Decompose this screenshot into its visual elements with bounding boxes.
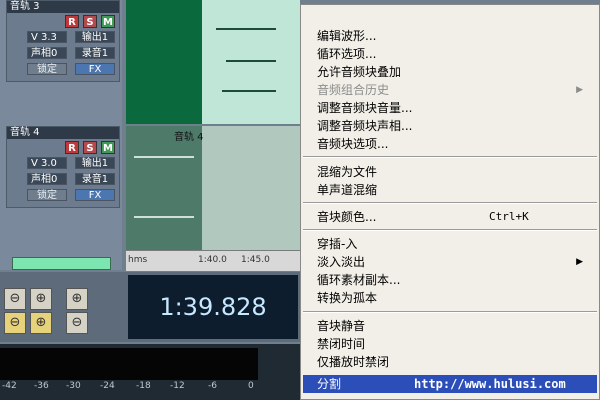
selection-region[interactable]	[202, 0, 300, 124]
zoom-in-vertical-icon[interactable]: ⊕	[66, 288, 88, 310]
record-input-select[interactable]: 录音1	[75, 173, 115, 185]
record-arm-button[interactable]: R	[65, 141, 79, 154]
menu-item-split[interactable]: 分割	[317, 375, 341, 393]
audio-clip[interactable]	[126, 126, 207, 250]
menu-item-mixdown-file[interactable]: 混缩为文件	[317, 163, 377, 181]
menu-item-adjust-volume[interactable]: 调整音频块音量...	[317, 99, 412, 117]
zoom-out-icon[interactable]: ⊖	[4, 288, 26, 310]
output-select[interactable]: 输出1	[75, 31, 115, 43]
ruler-tick: 1:40.0	[198, 255, 227, 265]
menu-item-group-history[interactable]: 音频组合历史 ▶	[317, 81, 591, 99]
menu-item-edit-waveform[interactable]: 编辑波形...	[317, 27, 376, 45]
output-select[interactable]: 输出1	[75, 157, 115, 169]
watermark: http://www.hulusi.com	[414, 377, 566, 391]
selection-region[interactable]	[202, 126, 300, 250]
menu-item-lock-playback[interactable]: 仅播放时禁闭	[317, 353, 389, 371]
menu-item-allow-overlap[interactable]: 允许音频块叠加	[317, 63, 401, 81]
lock-button[interactable]: 锁定	[27, 189, 67, 201]
menu-item-adjust-pan[interactable]: 调整音频块声相...	[317, 117, 412, 135]
pan-control[interactable]: 声相0	[27, 47, 67, 59]
track-color-bar	[12, 257, 111, 270]
menu-item-loop-copy[interactable]: 循环素材副本...	[317, 271, 400, 289]
ruler-unit: hms	[128, 255, 148, 265]
level-meter: -42 -36 -30 -24 -18 -12 -6 0	[0, 344, 300, 400]
menu-item-clip-color[interactable]: 音块颜色... Ctrl+K	[317, 208, 591, 226]
mute-button[interactable]: M	[101, 15, 115, 28]
record-input-select[interactable]: 录音1	[75, 47, 115, 59]
menu-separator	[303, 229, 597, 231]
time-display: 1:39.828	[128, 275, 298, 339]
track-header-4: 音轨 4 R S M V 3.0 输出1 声相0 录音1 锁定 FX	[6, 126, 120, 208]
waveform	[226, 60, 276, 62]
zoom-out-vertical-icon[interactable]: ⊖	[66, 312, 88, 334]
menu-separator	[303, 202, 597, 204]
menu-separator	[303, 311, 597, 313]
volume-control[interactable]: V 3.3	[27, 31, 67, 43]
track-control-panel: 音轨 3 R S M V 3.3 输出1 声相0 录音1 锁定 FX 音轨 4 …	[0, 0, 122, 270]
menu-item-label: 音频组合历史	[317, 83, 390, 97]
track-header-3: 音轨 3 R S M V 3.3 输出1 声相0 录音1 锁定 FX	[6, 0, 120, 82]
track-name: 音轨 3	[7, 1, 119, 13]
menu-item-mono-mixdown[interactable]: 单声道混缩	[317, 181, 377, 199]
waveform	[216, 28, 276, 30]
menu-item-convert-unique[interactable]: 转换为孤本	[317, 289, 377, 307]
meter-label: -24	[100, 381, 115, 391]
clip-label: 音轨 4	[174, 132, 204, 143]
zoom-right-icon[interactable]: ⊕	[30, 312, 52, 334]
waveform	[134, 156, 194, 158]
fx-button[interactable]: FX	[75, 189, 115, 201]
menu-item-clip-mute[interactable]: 音块静音	[317, 317, 365, 335]
meter-label: 0	[248, 381, 254, 391]
menu-separator	[303, 156, 597, 158]
track-lane-4[interactable]: 音轨 4	[126, 126, 300, 250]
menu-item-clip-options[interactable]: 音频块选项...	[317, 135, 388, 153]
meter-label: -6	[208, 381, 217, 391]
time-ruler[interactable]: hms 1:40.0 1:45.0	[126, 250, 300, 271]
meter-label: -42	[2, 381, 17, 391]
menu-item-lock-time[interactable]: 禁闭时间	[317, 335, 365, 353]
meter-label: -30	[66, 381, 81, 391]
menu-item-label: 淡入淡出	[317, 255, 366, 269]
menu-item-punch-in[interactable]: 穿插-入	[317, 235, 357, 253]
meter-label: -18	[136, 381, 151, 391]
submenu-arrow-icon: ▶	[576, 257, 583, 267]
ruler-tick: 1:45.0	[241, 255, 270, 265]
fx-button[interactable]: FX	[75, 63, 115, 75]
menu-shortcut: Ctrl+K	[489, 210, 529, 223]
track-name: 音轨 4	[7, 127, 119, 139]
lock-button[interactable]: 锁定	[27, 63, 67, 75]
record-arm-button[interactable]: R	[65, 15, 79, 28]
waveform	[222, 90, 276, 92]
zoom-left-icon[interactable]: ⊖	[4, 312, 26, 334]
meter-bar	[0, 348, 258, 380]
menu-item-fade[interactable]: 淡入淡出 ▶	[317, 253, 591, 271]
solo-button[interactable]: S	[83, 15, 97, 28]
waveform	[134, 216, 194, 218]
context-menu: 编辑波形... 循环选项... 允许音频块叠加 音频组合历史 ▶ 调整音频块音量…	[300, 4, 600, 400]
meter-label: -36	[34, 381, 49, 391]
zoom-selection-icon[interactable]: ⊕	[30, 288, 52, 310]
solo-button[interactable]: S	[83, 141, 97, 154]
menu-item-loop-options[interactable]: 循环选项...	[317, 45, 376, 63]
pan-control[interactable]: 声相0	[27, 173, 67, 185]
volume-control[interactable]: V 3.0	[27, 157, 67, 169]
submenu-arrow-icon: ▶	[576, 85, 583, 95]
mute-button[interactable]: M	[101, 141, 115, 154]
meter-label: -12	[170, 381, 185, 391]
track-lane-3[interactable]	[126, 0, 300, 124]
menu-item-label: 音块颜色...	[317, 210, 377, 224]
